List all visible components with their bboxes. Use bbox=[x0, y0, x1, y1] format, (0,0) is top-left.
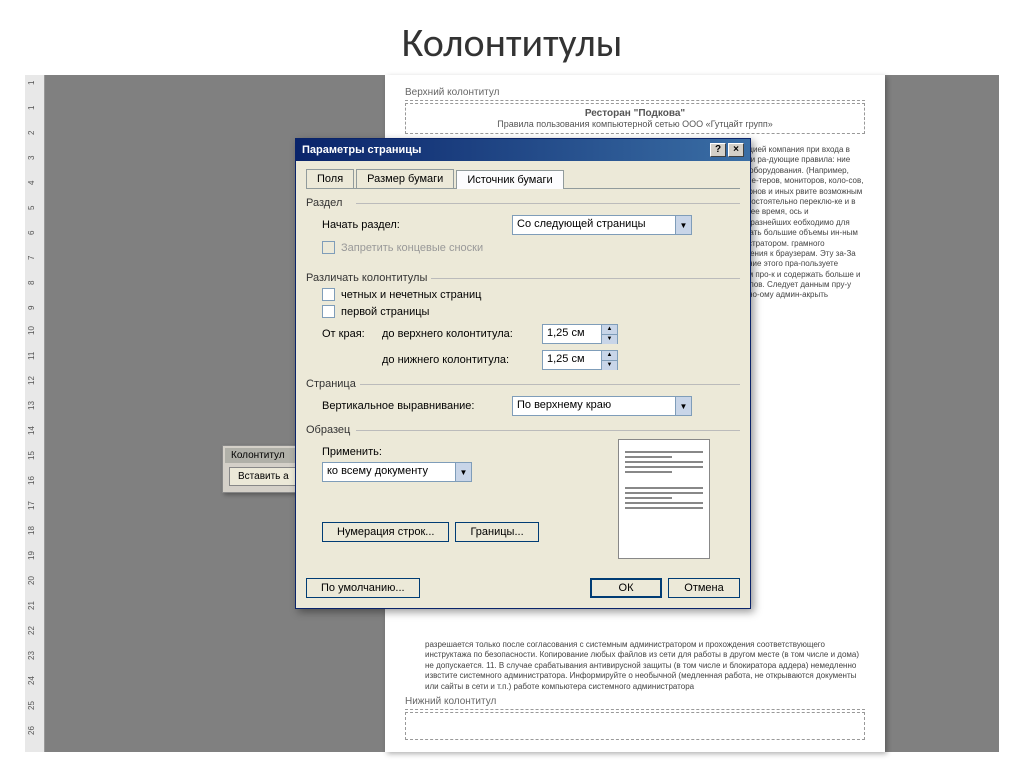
spin-down-icon[interactable]: ▼ bbox=[602, 361, 617, 370]
page-group-label: Страница bbox=[306, 378, 740, 390]
spin-down-icon[interactable]: ▼ bbox=[602, 335, 617, 344]
valign-label: Вертикальное выравнивание: bbox=[322, 400, 512, 412]
apply-dropdown[interactable]: ко всему документу ▼ bbox=[322, 462, 472, 482]
borders-button[interactable]: Границы... bbox=[455, 522, 538, 542]
apply-label: Применить: bbox=[322, 446, 402, 458]
toolbar-title: Колонтитул bbox=[225, 448, 302, 463]
footer-region-label: Нижний колонтитул bbox=[405, 696, 865, 710]
dialog-title: Параметры страницы bbox=[302, 144, 421, 156]
dialog-tabs: Поля Размер бумаги Источник бумаги bbox=[306, 169, 740, 189]
dropdown-arrow-icon: ▼ bbox=[675, 216, 691, 234]
spin-up-icon[interactable]: ▲ bbox=[602, 325, 617, 335]
dialog-titlebar[interactable]: Параметры страницы ? × bbox=[296, 139, 750, 161]
page-preview bbox=[618, 439, 710, 559]
help-button[interactable]: ? bbox=[710, 143, 726, 157]
footer-content[interactable] bbox=[405, 712, 865, 740]
header-margin-value[interactable]: 1,25 см bbox=[543, 325, 601, 343]
close-button[interactable]: × bbox=[728, 143, 744, 157]
footer-margin-spinner[interactable]: 1,25 см ▲▼ bbox=[542, 350, 618, 370]
header-region-label: Верхний колонтитул bbox=[405, 87, 865, 101]
cancel-button[interactable]: Отмена bbox=[668, 578, 740, 598]
section-start-label: Начать раздел: bbox=[322, 219, 512, 231]
dropdown-arrow-icon: ▼ bbox=[455, 463, 471, 481]
document-bottom-fragment: разрешается только после согласования с … bbox=[425, 640, 865, 692]
tab-paper-source[interactable]: Источник бумаги bbox=[456, 170, 563, 189]
header-content[interactable]: Ресторан "Подкова" Правила пользования к… bbox=[405, 103, 865, 134]
checkbox-box bbox=[322, 241, 335, 254]
header-margin-spinner[interactable]: 1,25 см ▲▼ bbox=[542, 324, 618, 344]
suppress-endnotes-checkbox: Запретить концевые сноски bbox=[322, 241, 740, 254]
checkbox-box[interactable] bbox=[322, 288, 335, 301]
footer-region[interactable]: Нижний колонтитул bbox=[405, 696, 865, 740]
dropdown-arrow-icon: ▼ bbox=[675, 397, 691, 415]
slide-title: Колонтитулы bbox=[0, 0, 1024, 77]
vertical-ruler: 1 1 2 3 4 5 6 7 8 9 10 11 12 13 14 15 16… bbox=[25, 75, 45, 752]
section-start-dropdown[interactable]: Со следующей страницы ▼ bbox=[512, 215, 692, 235]
tab-paper-size[interactable]: Размер бумаги bbox=[356, 169, 454, 188]
to-header-label: до верхнего колонтитула: bbox=[382, 328, 542, 340]
app-viewport: 1 1 2 3 4 5 6 7 8 9 10 11 12 13 14 15 16… bbox=[25, 75, 999, 752]
line-numbers-button[interactable]: Нумерация строк... bbox=[322, 522, 449, 542]
first-page-checkbox[interactable]: первой страницы bbox=[322, 305, 740, 318]
to-footer-label: до нижнего колонтитула: bbox=[382, 354, 542, 366]
header-footer-toolbar[interactable]: Колонтитул Вставить а bbox=[222, 445, 305, 493]
sample-group-label: Образец bbox=[306, 424, 740, 436]
page-setup-dialog: Параметры страницы ? × Поля Размер бумаг… bbox=[295, 138, 751, 609]
header-restaurant-name: Ресторан "Подкова" bbox=[414, 108, 856, 119]
valign-dropdown[interactable]: По верхнему краю ▼ bbox=[512, 396, 692, 416]
from-edge-label: От края: bbox=[322, 328, 382, 340]
insert-autotext-button[interactable]: Вставить а bbox=[229, 467, 298, 486]
checkbox-box[interactable] bbox=[322, 305, 335, 318]
spin-up-icon[interactable]: ▲ bbox=[602, 351, 617, 361]
valign-value: По верхнему краю bbox=[513, 397, 675, 415]
header-region[interactable]: Верхний колонтитул Ресторан "Подкова" Пр… bbox=[405, 87, 865, 134]
tab-fields[interactable]: Поля bbox=[306, 169, 354, 188]
footer-margin-value[interactable]: 1,25 см bbox=[543, 351, 601, 369]
odd-even-checkbox[interactable]: четных и нечетных страниц bbox=[322, 288, 740, 301]
apply-value: ко всему документу bbox=[323, 463, 455, 481]
ok-button[interactable]: ОК bbox=[590, 578, 662, 598]
section-start-value: Со следующей страницы bbox=[513, 216, 675, 234]
default-button[interactable]: По умолчанию... bbox=[306, 578, 420, 598]
headers-group-label: Различать колонтитулы bbox=[306, 272, 740, 284]
section-group-label: Раздел bbox=[306, 197, 740, 209]
header-rules-text: Правила пользования компьютерной сетью О… bbox=[414, 119, 856, 129]
